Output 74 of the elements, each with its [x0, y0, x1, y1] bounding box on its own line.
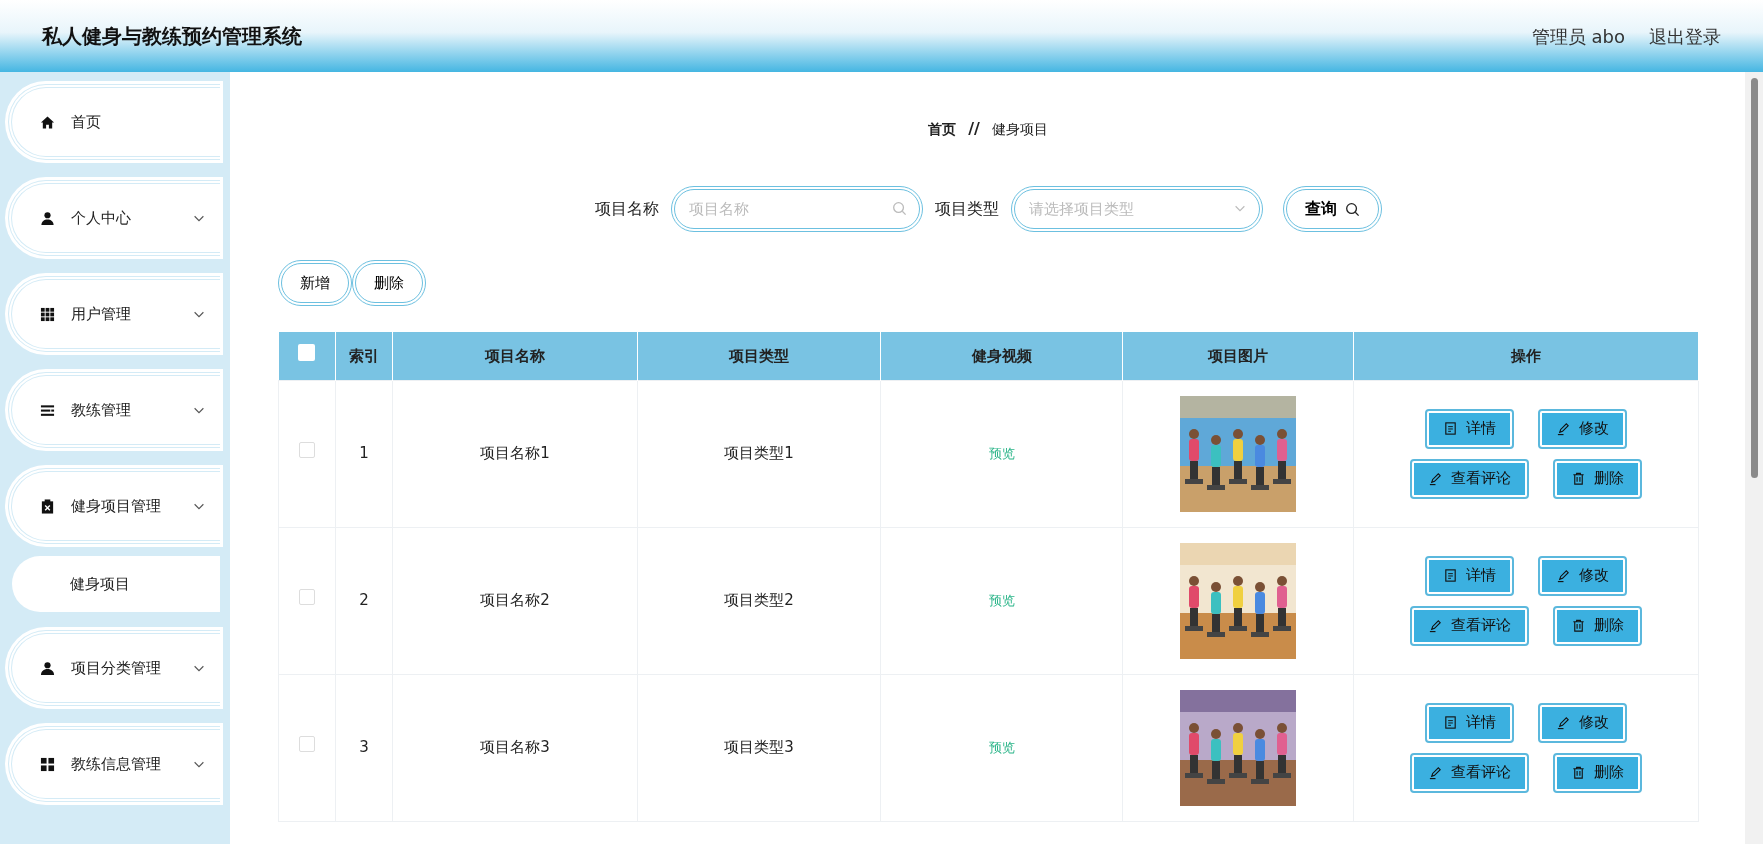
- comments-button[interactable]: 查看评论: [1412, 754, 1527, 791]
- name-cell: 项目名称3: [480, 738, 550, 757]
- sidebar-subitem[interactable]: 健身项目: [12, 556, 220, 612]
- name-cell: 项目名称2: [480, 591, 550, 610]
- clipboard-icon: [40, 498, 55, 514]
- sidebar-item[interactable]: 个人中心: [8, 180, 220, 256]
- column-header: 操作: [1511, 346, 1541, 365]
- pencil-icon: [1428, 471, 1443, 486]
- document-icon: [1443, 568, 1458, 583]
- pencil-icon: [1556, 568, 1571, 583]
- column-header: 项目类型: [729, 346, 789, 365]
- sidebar-item[interactable]: 项目分类管理: [8, 630, 220, 706]
- details-button[interactable]: 详情: [1427, 410, 1512, 447]
- index-cell: 2: [359, 591, 369, 610]
- person-icon: [40, 210, 55, 226]
- sidebar-item[interactable]: 用户管理: [8, 276, 220, 352]
- sidebar-item[interactable]: 首页: [8, 84, 220, 160]
- app-title: 私人健身与教练预约管理系统: [42, 23, 302, 50]
- column-header: 项目图片: [1208, 346, 1268, 365]
- document-icon: [1443, 715, 1458, 730]
- select-field[interactable]: 请选择项目类型: [1010, 186, 1263, 232]
- row-checkbox[interactable]: [299, 736, 315, 753]
- type-cell: 项目类型2: [724, 591, 794, 610]
- add-button[interactable]: 新增: [278, 260, 352, 306]
- details-button[interactable]: 详情: [1427, 704, 1512, 741]
- trash-icon: [1571, 618, 1586, 633]
- list-icon: [40, 402, 55, 418]
- home-icon: [40, 114, 55, 130]
- pencil-icon: [1428, 765, 1443, 780]
- index-cell: 1: [359, 444, 369, 463]
- search-button[interactable]: 查询: [1282, 186, 1382, 232]
- column-header: 索引: [349, 346, 379, 365]
- column-header: 项目名称: [485, 346, 545, 365]
- field-label: 项目名称: [594, 198, 659, 220]
- type-cell: 项目类型3: [724, 738, 794, 757]
- pencil-icon: [1428, 618, 1443, 633]
- details-button[interactable]: 详情: [1427, 557, 1512, 594]
- user-label: 管理员 abo: [1531, 24, 1625, 49]
- breadcrumb-current: 健身项目: [991, 119, 1048, 139]
- search-field[interactable]: 项目名称: [670, 186, 923, 232]
- delete-button[interactable]: 删除: [1555, 460, 1640, 497]
- grid-icon: [40, 306, 55, 322]
- delete-button[interactable]: 删除: [1555, 607, 1640, 644]
- sidebar-item[interactable]: 教练信息管理: [8, 726, 220, 802]
- breadcrumb-separator: //: [968, 118, 980, 140]
- edit-button[interactable]: 修改: [1540, 704, 1625, 741]
- type-cell: 项目类型1: [724, 444, 794, 463]
- field-label: 项目类型: [934, 198, 999, 220]
- breadcrumb-link[interactable]: 首页: [928, 118, 957, 140]
- edit-button[interactable]: 修改: [1540, 410, 1625, 447]
- logout-link[interactable]: 退出登录: [1649, 22, 1721, 50]
- column-header: 健身视频: [971, 346, 1032, 365]
- name-cell: 项目名称1: [480, 444, 550, 463]
- scrollbar[interactable]: [1745, 72, 1763, 844]
- document-icon: [1443, 421, 1458, 436]
- delete-button[interactable]: 删除: [352, 260, 426, 306]
- search-icon: [1344, 201, 1360, 217]
- search-icon: [891, 201, 907, 216]
- row-checkbox[interactable]: [299, 442, 315, 459]
- row-checkbox[interactable]: [299, 589, 315, 606]
- pencil-icon: [1556, 715, 1571, 730]
- person-icon: [40, 660, 55, 676]
- sidebar-item[interactable]: 教练管理: [8, 372, 220, 448]
- trash-icon: [1571, 471, 1586, 486]
- comments-button[interactable]: 查看评论: [1412, 460, 1527, 497]
- edit-button[interactable]: 修改: [1540, 557, 1625, 594]
- select-all-checkbox[interactable]: [298, 344, 316, 361]
- trash-icon: [1571, 765, 1586, 780]
- delete-button[interactable]: 删除: [1555, 754, 1640, 791]
- sidebar-item[interactable]: 健身项目管理: [8, 468, 220, 544]
- pencil-icon: [1556, 421, 1571, 436]
- grid-icon: [40, 756, 55, 772]
- comments-button[interactable]: 查看评论: [1412, 607, 1527, 644]
- index-cell: 3: [359, 738, 369, 757]
